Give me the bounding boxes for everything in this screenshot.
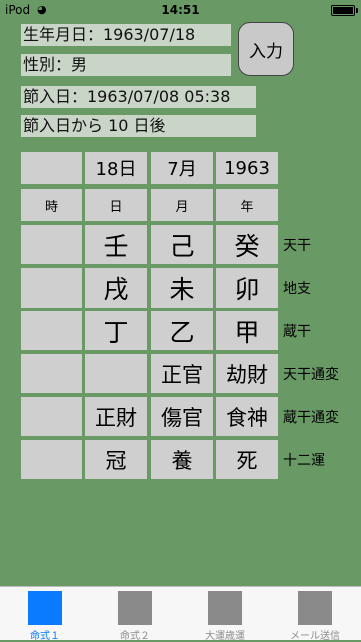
row-label-zoukan-tsuhen: 蔵干通変 <box>283 409 339 426</box>
status-time: 14:51 <box>161 3 200 17</box>
tab-meishiki-2[interactable]: 命式２ <box>90 587 180 642</box>
zoukan-month: 乙 <box>151 311 213 350</box>
battery-icon <box>331 5 358 16</box>
tenkan-tsuhen-year: 劫財 <box>216 354 278 393</box>
days-after-label: 節入日から 10 日後 <box>21 115 256 137</box>
row-label-tenkan: 天干 <box>283 237 311 254</box>
tenkan-tsuhen-month: 正官 <box>151 354 213 393</box>
zoukan-year: 甲 <box>216 311 278 350</box>
tenkan-day: 壬 <box>85 225 147 264</box>
header-month: 7月 <box>151 152 213 184</box>
subheader-day: 日 <box>85 189 147 221</box>
gender-label: 性別：男 <box>21 54 231 76</box>
zoukan-tsuhen-year: 食神 <box>216 397 278 436</box>
setsu-date-label: 節入日：1963/07/08 05:38 <box>21 86 256 108</box>
juuniun-hour <box>21 440 82 479</box>
tab-bar: 命式１ 命式２ 大運歳運 メール送信 <box>0 586 361 642</box>
chishi-day: 戌 <box>85 268 147 308</box>
juuniun-day: 冠 <box>85 440 147 479</box>
tab-taiun-saiun[interactable]: 大運歳運 <box>180 587 270 642</box>
zoukan-tsuhen-month: 傷官 <box>151 397 213 436</box>
tenkan-hour <box>21 225 82 264</box>
row-label-chishi: 地支 <box>283 281 311 297</box>
subheader-hour: 時 <box>21 189 82 221</box>
subheader-year: 年 <box>216 189 278 221</box>
birth-date-label: 生年月日：1963/07/18 <box>21 24 231 46</box>
tenkan-year: 癸 <box>216 225 278 264</box>
row-label-juuniun: 十二運 <box>283 452 325 469</box>
subheader-month: 月 <box>151 189 213 221</box>
tab-meishiki-1[interactable]: 命式１ <box>0 587 90 642</box>
header-hour <box>21 152 82 184</box>
tenkan-month: 己 <box>151 225 213 264</box>
tab-mail-send[interactable]: メール送信 <box>270 587 360 642</box>
row-label-tenkan-tsuhen: 天干通変 <box>283 366 339 383</box>
row-label-zoukan: 蔵干 <box>283 323 311 340</box>
square-icon <box>298 591 332 625</box>
chishi-month: 未 <box>151 268 213 308</box>
square-icon <box>208 591 242 625</box>
status-bar: iPod ◕ 14:51 <box>0 0 361 20</box>
zoukan-tsuhen-hour <box>21 397 82 436</box>
juuniun-year: 死 <box>216 440 278 479</box>
header-day: 18日 <box>85 152 147 184</box>
tenkan-tsuhen-day <box>85 354 147 393</box>
tenkan-tsuhen-hour <box>21 354 82 393</box>
chishi-hour <box>21 268 82 308</box>
zoukan-tsuhen-day: 正財 <box>85 397 147 436</box>
header-year: 1963 <box>216 152 278 184</box>
chishi-year: 卯 <box>216 268 278 308</box>
zoukan-day: 丁 <box>85 311 147 350</box>
square-icon <box>28 591 62 625</box>
square-icon <box>118 591 152 625</box>
input-button[interactable]: 入力 <box>238 22 294 76</box>
juuniun-month: 養 <box>151 440 213 479</box>
zoukan-hour <box>21 311 82 350</box>
